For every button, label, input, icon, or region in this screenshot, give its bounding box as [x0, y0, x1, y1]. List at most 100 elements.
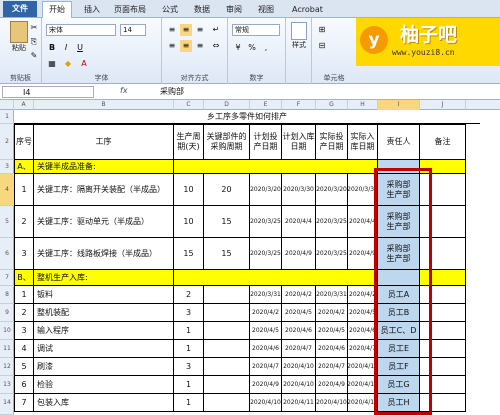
border-icon[interactable]: ▦	[46, 58, 58, 70]
row-act-start[interactable]: 2020/4/10	[316, 394, 348, 412]
wrap-text-icon[interactable]: ↵	[210, 24, 222, 36]
row-plan-in[interactable]: 2020/4/4	[282, 206, 316, 238]
row-plan-in[interactable]: 2020/4/2	[282, 286, 316, 304]
row-plan-in[interactable]: 2020/4/10	[282, 358, 316, 376]
row-plan-start[interactable]: 2020/4/6	[250, 340, 282, 358]
tab-data[interactable]: 数据	[192, 2, 212, 18]
header-owner[interactable]: 责任人	[378, 124, 420, 160]
format-painter-icon[interactable]: ✎	[28, 50, 40, 62]
copy-icon[interactable]: ⎘	[28, 36, 40, 48]
row-cycle[interactable]: 1	[174, 322, 204, 340]
row-purchase[interactable]	[204, 340, 250, 358]
percent-icon[interactable]: %	[246, 42, 258, 54]
row-cycle[interactable]: 15	[174, 238, 204, 270]
row-header[interactable]: 13	[0, 376, 14, 394]
row-purchase[interactable]	[204, 322, 250, 340]
row-act-start[interactable]: 2020/3/20	[316, 174, 348, 206]
header-remark[interactable]: 备注	[420, 124, 466, 160]
row-process[interactable]: 整机装配	[34, 304, 174, 322]
column-header[interactable]: A	[14, 100, 34, 110]
column-header[interactable]: I	[378, 100, 420, 110]
align-top-icon[interactable]: ≡	[166, 24, 178, 36]
row-plan-start[interactable]: 2020/4/7	[250, 358, 282, 376]
header-plan-start[interactable]: 计划投产日期	[250, 124, 282, 160]
tab-formulas[interactable]: 公式	[160, 2, 180, 18]
row-plan-in[interactable]: 2020/4/5	[282, 304, 316, 322]
header-act-start[interactable]: 实际投产日期	[316, 124, 348, 160]
row-header[interactable]: 2	[0, 124, 14, 160]
row-plan-start[interactable]: 2020/3/20	[250, 174, 282, 206]
row-act-start[interactable]: 2020/4/5	[316, 322, 348, 340]
row-purchase[interactable]	[204, 358, 250, 376]
row-no[interactable]: 7	[14, 394, 34, 412]
row-plan-in[interactable]: 2020/4/9	[282, 238, 316, 270]
row-plan-in[interactable]: 2020/4/10	[282, 376, 316, 394]
tab-review[interactable]: 审阅	[224, 2, 244, 18]
tab-page-layout[interactable]: 页面布局	[112, 2, 148, 18]
row-plan-in[interactable]: 2020/3/30	[282, 174, 316, 206]
merge-cells-icon[interactable]: ⇔	[210, 40, 222, 52]
row-plan-start[interactable]: 2020/3/25	[250, 238, 282, 270]
row-no[interactable]: 2	[14, 206, 34, 238]
column-header[interactable]: B	[34, 100, 174, 110]
align-left-icon[interactable]: ≡	[166, 40, 178, 52]
row-header[interactable]: 14	[0, 394, 14, 415]
cut-icon[interactable]: ✂	[28, 22, 40, 34]
row-cycle[interactable]: 1	[174, 376, 204, 394]
currency-icon[interactable]: ¥	[232, 42, 244, 54]
row-process[interactable]: 输入程序	[34, 322, 174, 340]
align-middle-icon[interactable]: ≡	[180, 24, 192, 36]
comma-icon[interactable]: ,	[260, 42, 272, 54]
row-header[interactable]: 4	[0, 174, 14, 206]
row-plan-start[interactable]: 2020/4/2	[250, 304, 282, 322]
row-cycle[interactable]: 3	[174, 304, 204, 322]
row-process[interactable]: 检验	[34, 376, 174, 394]
row-header[interactable]: 6	[0, 238, 14, 270]
column-header[interactable]: D	[204, 100, 250, 110]
header-cycle[interactable]: 生产周期(天)	[174, 124, 204, 160]
row-purchase[interactable]	[204, 376, 250, 394]
section-a-name[interactable]: 关键半成品准备:	[34, 160, 174, 174]
row-cycle[interactable]: 3	[174, 358, 204, 376]
font-size-select[interactable]: 14	[120, 24, 146, 36]
row-act-start[interactable]: 2020/3/25	[316, 238, 348, 270]
row-plan-in[interactable]: 2020/4/6	[282, 322, 316, 340]
row-cycle[interactable]: 10	[174, 206, 204, 238]
header-process[interactable]: 工序	[34, 124, 174, 160]
row-plan-start[interactable]: 2020/4/9	[250, 376, 282, 394]
row-act-start[interactable]: 2020/4/7	[316, 358, 348, 376]
row-cycle[interactable]: 10	[174, 174, 204, 206]
row-no[interactable]: 3	[14, 322, 34, 340]
row-header[interactable]: 11	[0, 340, 14, 358]
header-purchase[interactable]: 关键部件的采购周期	[204, 124, 250, 160]
section-a-no[interactable]: A、	[14, 160, 34, 174]
fill-color-icon[interactable]: ◆	[62, 58, 74, 70]
row-plan-start[interactable]: 2020/3/25	[250, 206, 282, 238]
row-header[interactable]: 8	[0, 286, 14, 304]
row-header[interactable]: 10	[0, 322, 14, 340]
row-act-start[interactable]: 2020/4/6	[316, 340, 348, 358]
number-format-select[interactable]: 常规	[232, 24, 280, 36]
row-no[interactable]: 6	[14, 376, 34, 394]
row-header[interactable]: 3	[0, 160, 14, 174]
tab-home[interactable]: 开始	[42, 1, 72, 18]
row-process[interactable]: 关键工序：隔离开关装配（半成品）	[34, 174, 174, 206]
row-plan-start[interactable]: 2020/4/10	[250, 394, 282, 412]
row-purchase[interactable]: 20	[204, 174, 250, 206]
row-act-start[interactable]: 2020/3/31	[316, 286, 348, 304]
column-header[interactable]: G	[316, 100, 348, 110]
fx-icon[interactable]: fx	[120, 86, 128, 95]
row-process[interactable]: 关键工序：驱动单元（半成品）	[34, 206, 174, 238]
row-process[interactable]: 关键工序：线路板焊接（半成品）	[34, 238, 174, 270]
row-no[interactable]: 5	[14, 358, 34, 376]
row-header[interactable]: 12	[0, 358, 14, 376]
row-header[interactable]: 9	[0, 304, 14, 322]
row-plan-start[interactable]: 2020/4/5	[250, 322, 282, 340]
underline-button[interactable]: U	[74, 42, 86, 54]
row-no[interactable]: 4	[14, 340, 34, 358]
select-all-corner[interactable]	[0, 100, 14, 110]
styles-button[interactable]: 样式	[288, 22, 310, 50]
row-act-start[interactable]: 2020/4/2	[316, 304, 348, 322]
row-plan-in[interactable]: 2020/4/11	[282, 394, 316, 412]
section-b-no[interactable]: B、	[14, 270, 34, 286]
